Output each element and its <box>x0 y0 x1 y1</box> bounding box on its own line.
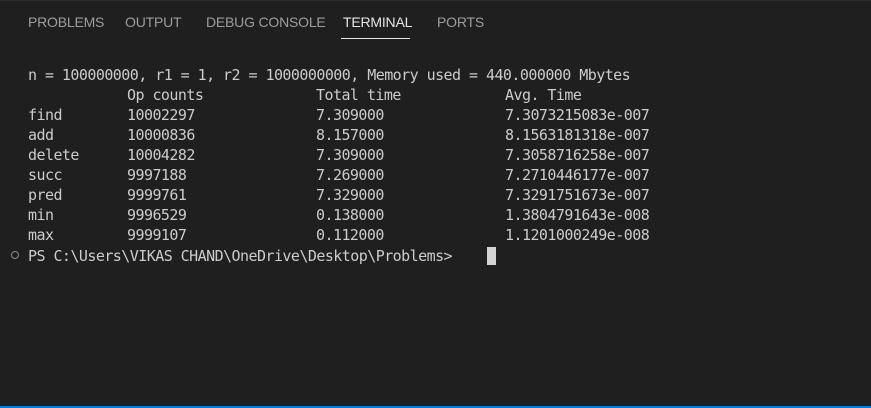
table-row: delete 10004282 7.309000 7.3058716258e-0… <box>28 145 728 165</box>
header-avg-time: Avg. Time <box>505 86 582 104</box>
text-cursor <box>487 247 496 265</box>
table-row: succ 9997188 7.269000 7.2710446177e-007 <box>28 165 728 185</box>
row-op: succ <box>28 166 62 184</box>
row-avg: 1.3804791643e-008 <box>505 206 650 224</box>
row-op: add <box>28 126 54 144</box>
tab-terminal[interactable]: TERMINAL <box>343 14 412 30</box>
table-row: pred 9999761 7.329000 7.3291751673e-007 <box>28 185 728 205</box>
tab-output[interactable]: OUTPUT <box>125 14 182 30</box>
table-row: max 9999107 0.112000 1.1201000249e-008 <box>28 225 728 245</box>
row-count: 9999107 <box>127 226 187 244</box>
header-total-time: Total time <box>316 86 401 104</box>
shell-prompt: PS C:\Users\VIKAS CHAND\OneDrive\Desktop… <box>28 247 461 265</box>
row-total: 7.329000 <box>316 186 384 204</box>
row-avg: 7.2710446177e-007 <box>505 166 650 184</box>
row-op: pred <box>28 186 62 204</box>
prompt-line[interactable]: PS C:\Users\VIKAS CHAND\OneDrive\Desktop… <box>0 246 871 266</box>
row-count: 10004282 <box>127 146 195 164</box>
panel-tab-bar: PROBLEMS OUTPUT DEBUG CONSOLE TERMINAL P… <box>0 1 871 43</box>
row-op: find <box>28 106 62 124</box>
table-row: min 9996529 0.138000 1.3804791643e-008 <box>28 205 728 225</box>
row-avg: 1.1201000249e-008 <box>505 226 650 244</box>
row-count: 9996529 <box>127 206 187 224</box>
active-tab-indicator <box>341 38 410 39</box>
summary-line: n = 100000000, r1 = 1, r2 = 1000000000, … <box>28 66 631 84</box>
command-decoration-icon[interactable] <box>11 251 19 259</box>
row-op: max <box>28 226 54 244</box>
terminal-output[interactable]: n = 100000000, r1 = 1, r2 = 1000000000, … <box>0 65 871 385</box>
row-count: 10000836 <box>127 126 195 144</box>
row-count: 9997188 <box>127 166 187 184</box>
row-avg: 7.3073215083e-007 <box>505 106 650 124</box>
tab-problems[interactable]: PROBLEMS <box>28 14 104 30</box>
row-avg: 7.3058716258e-007 <box>505 146 650 164</box>
row-op: min <box>28 206 54 224</box>
table-header-row: Op counts Total time Avg. Time <box>28 85 728 105</box>
terminal-panel: PROBLEMS OUTPUT DEBUG CONSOLE TERMINAL P… <box>0 0 871 408</box>
row-avg: 8.1563181318e-007 <box>505 126 650 144</box>
row-total: 0.138000 <box>316 206 384 224</box>
row-total: 0.112000 <box>316 226 384 244</box>
row-count: 9999761 <box>127 186 187 204</box>
tab-debug-console[interactable]: DEBUG CONSOLE <box>206 14 326 30</box>
header-op-counts: Op counts <box>127 86 204 104</box>
row-total: 7.269000 <box>316 166 384 184</box>
row-total: 7.309000 <box>316 146 384 164</box>
row-avg: 7.3291751673e-007 <box>505 186 650 204</box>
tab-ports[interactable]: PORTS <box>437 14 484 30</box>
row-total: 7.309000 <box>316 106 384 124</box>
table-row: add 10000836 8.157000 8.1563181318e-007 <box>28 125 728 145</box>
row-count: 10002297 <box>127 106 195 124</box>
row-op: delete <box>28 146 79 164</box>
table-row: find 10002297 7.309000 7.3073215083e-007 <box>28 105 728 125</box>
row-total: 8.157000 <box>316 126 384 144</box>
